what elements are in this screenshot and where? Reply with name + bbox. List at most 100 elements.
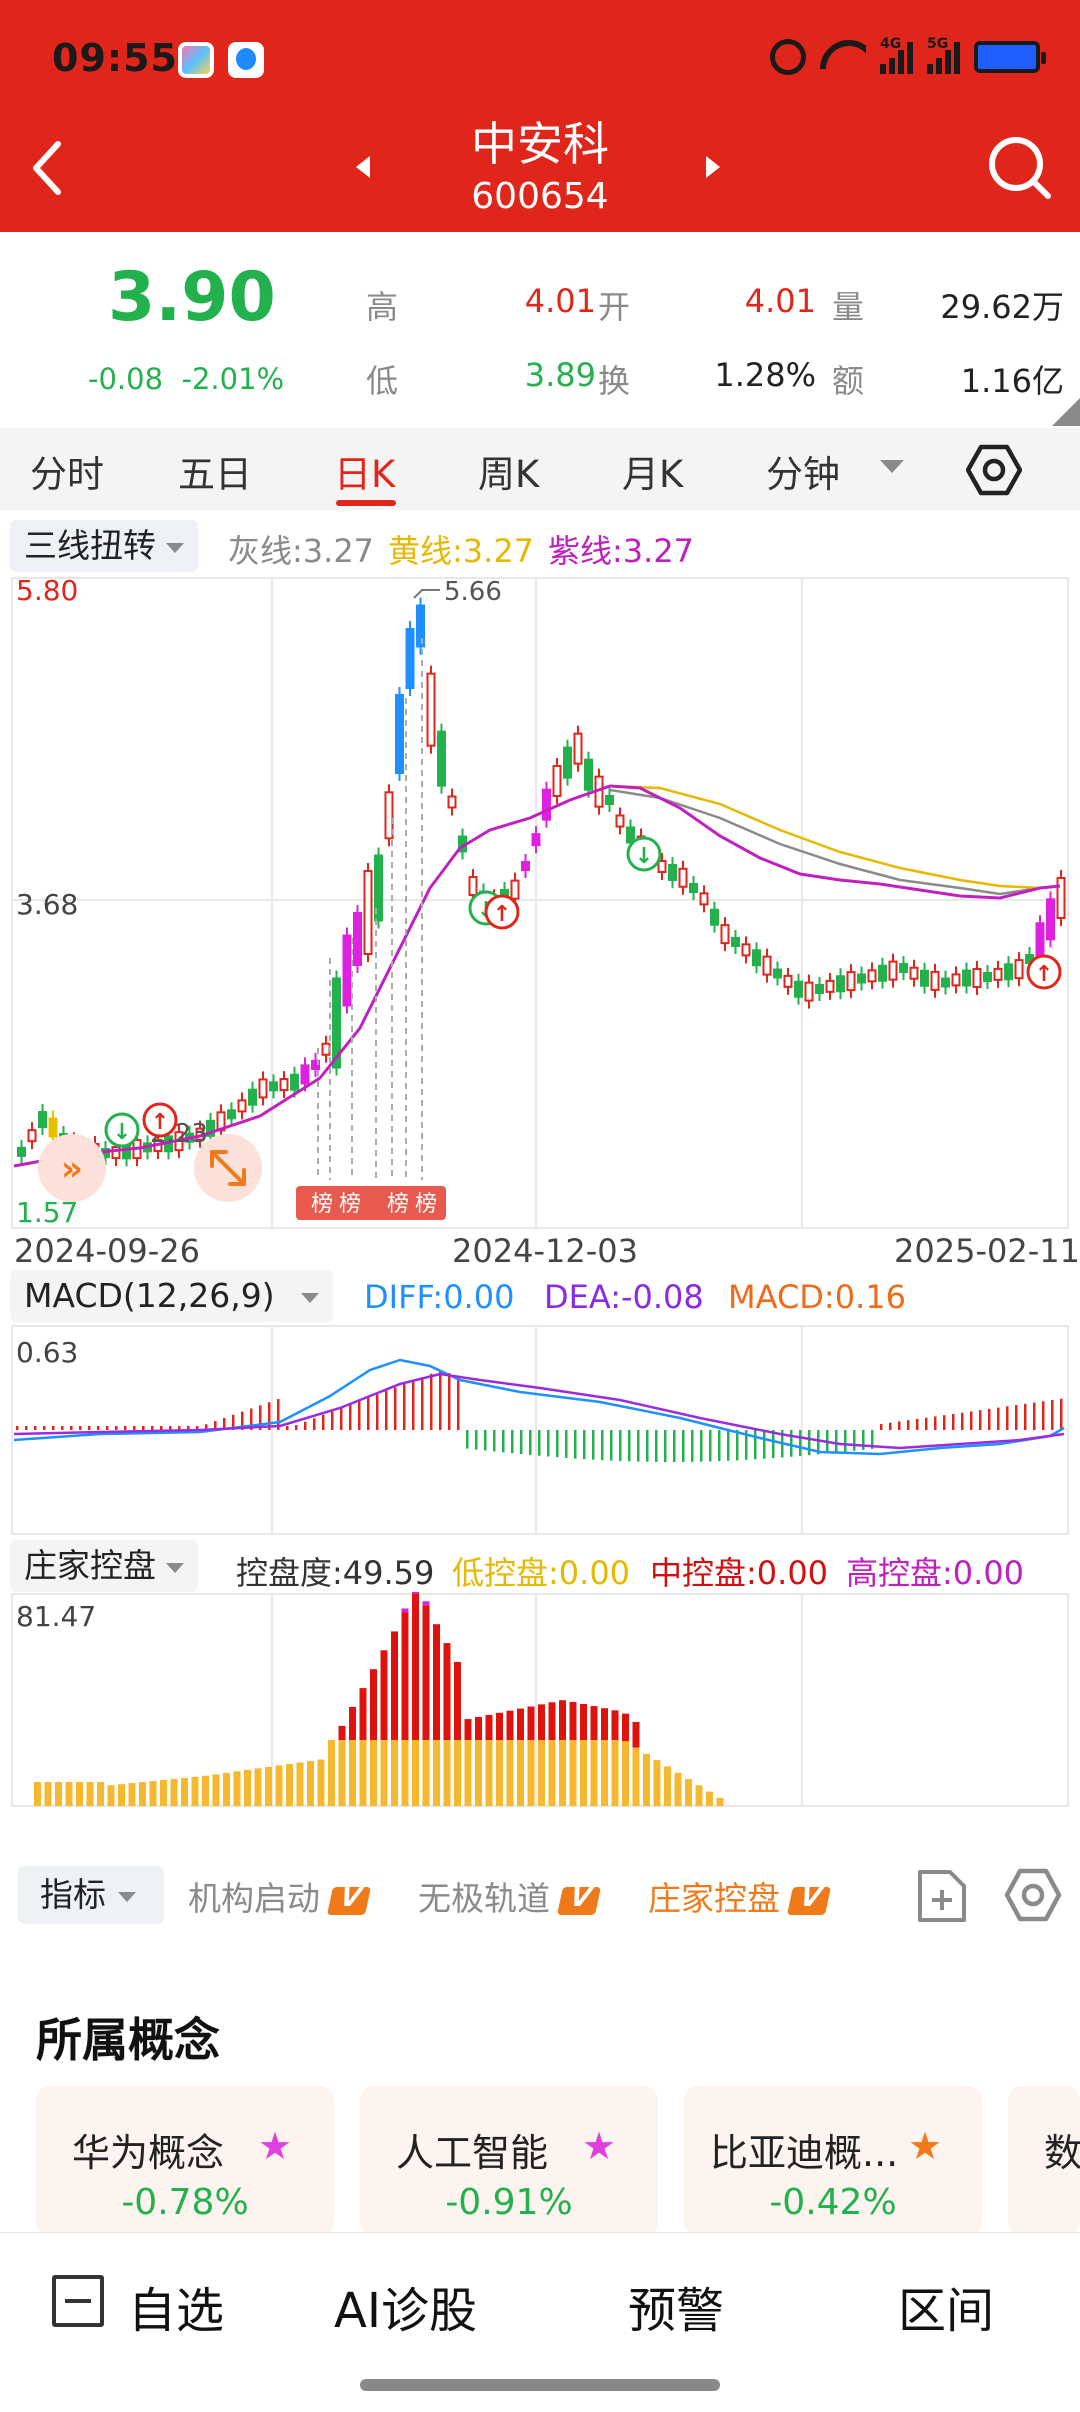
concept-name: 华为概念: [72, 2131, 225, 2175]
change-percent: -2.01%: [181, 362, 285, 396]
kline-chart[interactable]: 5.80 3.68 1.57 5.66 2.23 ↓ ↑ ↓ ↑ ↓ ↑ 榜 榜…: [0, 568, 1080, 1238]
chevron-down-icon[interactable]: [880, 460, 904, 473]
stock-code: 600654: [471, 176, 609, 217]
high-control-value: 高控盘:0.00: [846, 1554, 1025, 1592]
signal-icon: 4G: [880, 36, 913, 74]
star-icon: ★: [258, 2124, 293, 2168]
amount-label: 额: [832, 362, 865, 400]
y-axis-mid: 3.68: [16, 888, 78, 921]
high-value: 4.01: [524, 282, 596, 320]
star-icon: ★: [908, 2124, 943, 2168]
low-label: 低: [366, 362, 399, 400]
vip-badge-icon: [557, 1886, 601, 1915]
concept-card[interactable]: 数: [1008, 2086, 1080, 2236]
fullscreen-button[interactable]: [194, 1134, 262, 1202]
tab-daily-k[interactable]: 日K: [334, 444, 395, 498]
add-indicator-icon[interactable]: [916, 1868, 968, 1924]
expand-corner-icon[interactable]: [1052, 398, 1080, 426]
yellow-line-value: 黄线:3.27: [388, 532, 535, 570]
concept-card[interactable]: 比亚迪概... ★ -0.42%: [684, 2086, 982, 2236]
date-mid: 2024-12-03: [452, 1232, 638, 1270]
mid-control-value: 中控盘:0.00: [650, 1554, 829, 1592]
settings-icon[interactable]: [966, 442, 1022, 498]
active-tab-indicator: [336, 500, 396, 506]
screen: { "status_bar": { "time": "09:55", "net1…: [0, 0, 1080, 2412]
svg-text:↑: ↑: [493, 902, 511, 927]
svg-text:↑: ↑: [1035, 962, 1053, 987]
svg-text:↓: ↓: [113, 1120, 131, 1145]
indicator-option-wjgd[interactable]: 无极轨道: [418, 1872, 601, 1920]
concept-name: 人工智能: [396, 2131, 549, 2175]
tab-minute[interactable]: 分钟: [766, 444, 840, 498]
scroll-left-button[interactable]: »: [38, 1134, 106, 1202]
macd-indicator-selector[interactable]: MACD(12,26,9): [10, 1270, 333, 1322]
svg-text:↑: ↑: [151, 1110, 169, 1135]
next-stock-arrow-icon[interactable]: [706, 156, 720, 178]
price-change: -0.08 -2.01%: [88, 362, 284, 396]
tab-weekly-k[interactable]: 周K: [478, 444, 539, 498]
watchlist-minus-icon[interactable]: [52, 2275, 104, 2327]
main-indicator-selector[interactable]: 三线扭转: [10, 520, 198, 572]
nav-range[interactable]: 区间: [898, 2271, 994, 2341]
wifi-icon: [820, 40, 866, 74]
concept-card[interactable]: 人工智能 ★ -0.91%: [360, 2086, 658, 2236]
concept-card[interactable]: 华为概念 ★ -0.78%: [36, 2086, 334, 2236]
chevron-down-icon: [118, 1891, 136, 1902]
svg-text:榜: 榜: [311, 1192, 333, 1217]
home-indicator: [360, 2379, 720, 2391]
nav-alert[interactable]: 预警: [628, 2271, 724, 2341]
high-label: 高: [366, 288, 399, 326]
macd-chart[interactable]: 0.63: [0, 1322, 1080, 1536]
low-control-value: 低控盘:0.00: [452, 1554, 631, 1592]
status-icons: 4G 5G: [770, 34, 1046, 80]
last-price: 3.90: [108, 258, 276, 337]
zjkp-indicator-selector[interactable]: 庄家控盘: [10, 1540, 198, 1592]
concept-name: 比亚迪概...: [710, 2131, 899, 2175]
tab-five-day[interactable]: 五日: [178, 444, 252, 498]
volume-label: 量: [832, 288, 865, 326]
zjkp-chart[interactable]: 81.47: [0, 1592, 1080, 1810]
concept-change: -0.91%: [445, 2182, 573, 2223]
status-time: 09:55: [52, 36, 178, 80]
svg-text:»: »: [61, 1149, 83, 1189]
star-icon: ★: [582, 2124, 617, 2168]
gray-line-value: 灰线:3.27: [228, 532, 375, 570]
purple-line-value: 紫线:3.27: [548, 532, 695, 570]
volume-value: 29.62万: [940, 288, 1064, 326]
y-axis-max: 5.80: [16, 574, 78, 607]
notification-app-icon: [178, 42, 214, 78]
tab-timeshare[interactable]: 分时: [30, 444, 104, 498]
peak-price-label: 5.66: [444, 577, 502, 607]
battery-icon: [974, 41, 1046, 73]
vip-badge-icon: [787, 1886, 831, 1915]
macd-diff-value: DIFF:0.00: [364, 1278, 515, 1316]
tab-monthly-k[interactable]: 月K: [622, 444, 683, 498]
search-icon[interactable]: [986, 134, 1052, 200]
sell-signal-marker: ↓: [626, 836, 662, 872]
nav-ai-diagnosis[interactable]: AI诊股: [334, 2271, 477, 2341]
macd-y-max: 0.63: [16, 1336, 78, 1369]
indicator-option-jgqd[interactable]: 机构启动: [188, 1872, 371, 1920]
svg-text:榜: 榜: [387, 1192, 409, 1217]
stock-name: 中安科: [471, 117, 609, 171]
change-value: -0.08: [88, 362, 164, 396]
indicator-option-zjkp[interactable]: 庄家控盘: [648, 1872, 831, 1920]
concepts-title: 所属概念: [36, 2013, 220, 2067]
indicator-settings-icon[interactable]: [1004, 1866, 1062, 1924]
period-tabs: 分时 五日 日K 周K 月K 分钟: [0, 428, 1080, 510]
open-value: 4.01: [744, 282, 816, 320]
turnover-label: 换: [598, 362, 631, 400]
nav-watchlist[interactable]: 自选: [128, 2271, 224, 2341]
svg-text:↓: ↓: [635, 844, 653, 869]
zjkp-y-max: 81.47: [16, 1600, 96, 1633]
date-start: 2024-09-26: [14, 1232, 200, 1270]
bottom-nav: 自选 AI诊股 预警 区间: [0, 2232, 1080, 2412]
sell-signal-marker: ↓: [104, 1112, 140, 1148]
signal-icon: 5G: [927, 36, 960, 74]
macd-dea-value: DEA:-0.08: [544, 1278, 704, 1316]
buy-signal-marker: ↑: [484, 894, 520, 930]
candlesticks: [17, 597, 1066, 1170]
control-bars: [34, 1592, 724, 1806]
quote-panel: 3.90 -0.08 -2.01% 高 4.01 开 4.01 量 29.62万…: [0, 232, 1080, 428]
indicator-menu-button[interactable]: 指标: [18, 1866, 164, 1924]
